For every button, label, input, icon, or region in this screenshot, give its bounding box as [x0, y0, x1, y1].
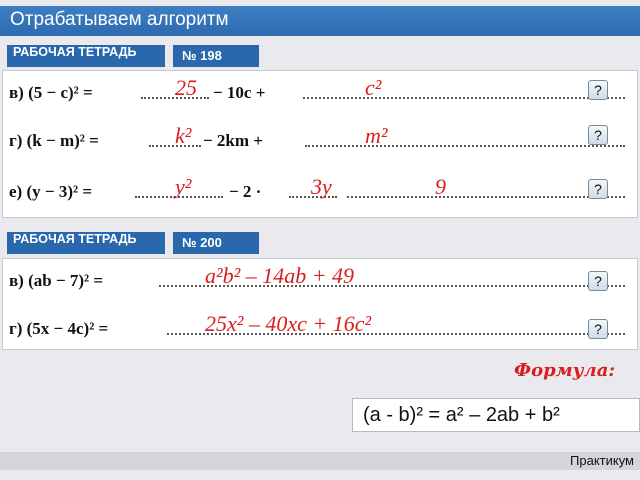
answer-198-e-1: y² — [175, 174, 192, 199]
answer-198-v-1: 25 — [175, 75, 197, 100]
row-letter: г) — [9, 319, 23, 338]
help-button-198-e[interactable]: ? — [588, 179, 608, 199]
row-198-v: в) (5 − c)² = — [9, 83, 93, 103]
exercise-panel-200: в) (ab − 7)² = a²b² – 14ab + 49 ? г) (5x… — [2, 258, 638, 350]
answer-blank — [347, 196, 625, 198]
row-198-g-middle: − 2km + — [203, 131, 263, 150]
answer-198-g-1: k² — [175, 123, 192, 148]
answer-200-v: a²b² – 14ab + 49 — [205, 263, 355, 288]
answer-198-v-2: c² — [365, 75, 382, 100]
formula-box: (a - b)² = a² – 2ab + b² — [352, 398, 640, 432]
answer-198-g-2: m² — [365, 123, 388, 148]
workbook-label-198: РАБОЧАЯ ТЕТРАДЬ — [7, 45, 165, 67]
workbook-label-200: РАБОЧАЯ ТЕТРАДЬ — [7, 232, 165, 254]
answer-200-g: 25x² – 40xc + 16c² — [205, 311, 372, 336]
row-letter: г) — [9, 131, 23, 150]
row-198-e-middle: − 2 · — [229, 182, 262, 201]
answer-198-e-3: 9 — [435, 174, 446, 199]
row-expression: (y − 3)² = — [26, 182, 93, 201]
formula-label: Формула: — [514, 360, 616, 381]
help-button-200-g[interactable]: ? — [588, 319, 608, 339]
row-198-g: г) (k − m)² = — [9, 131, 99, 151]
row-expression: (5 − c)² = — [28, 83, 93, 102]
row-198-e: е) (y − 3)² = — [9, 182, 92, 202]
row-200-g: г) (5x − 4c)² = — [9, 319, 108, 339]
row-expression: (ab − 7)² = — [28, 271, 104, 290]
exercise-number-198: № 198 — [173, 45, 259, 67]
row-letter: в) — [9, 271, 24, 290]
row-expression: (5x − 4c)² = — [26, 319, 109, 338]
help-button-198-g[interactable]: ? — [588, 125, 608, 145]
row-letter: в) — [9, 83, 24, 102]
footer-bar: Практикум — [0, 452, 640, 470]
answer-blank — [305, 145, 625, 147]
row-expression: (k − m)² = — [26, 131, 99, 150]
exercise-panel-198: в) (5 − c)² = − 10c + 25 c² ? г) (k − m)… — [2, 70, 638, 218]
answer-198-e-2: 3y — [311, 174, 332, 199]
page-title: Отрабатываем алгоритм — [10, 9, 229, 30]
help-button-198-v[interactable]: ? — [588, 80, 608, 100]
row-200-v: в) (ab − 7)² = — [9, 271, 103, 291]
answer-blank — [303, 97, 625, 99]
row-letter: е) — [9, 182, 23, 201]
row-198-v-middle: − 10c + — [213, 83, 266, 102]
title-bar: Отрабатываем алгоритм — [0, 0, 640, 40]
footer-label: Практикум — [570, 453, 634, 468]
help-button-200-v[interactable]: ? — [588, 271, 608, 291]
exercise-number-200: № 200 — [173, 232, 259, 254]
